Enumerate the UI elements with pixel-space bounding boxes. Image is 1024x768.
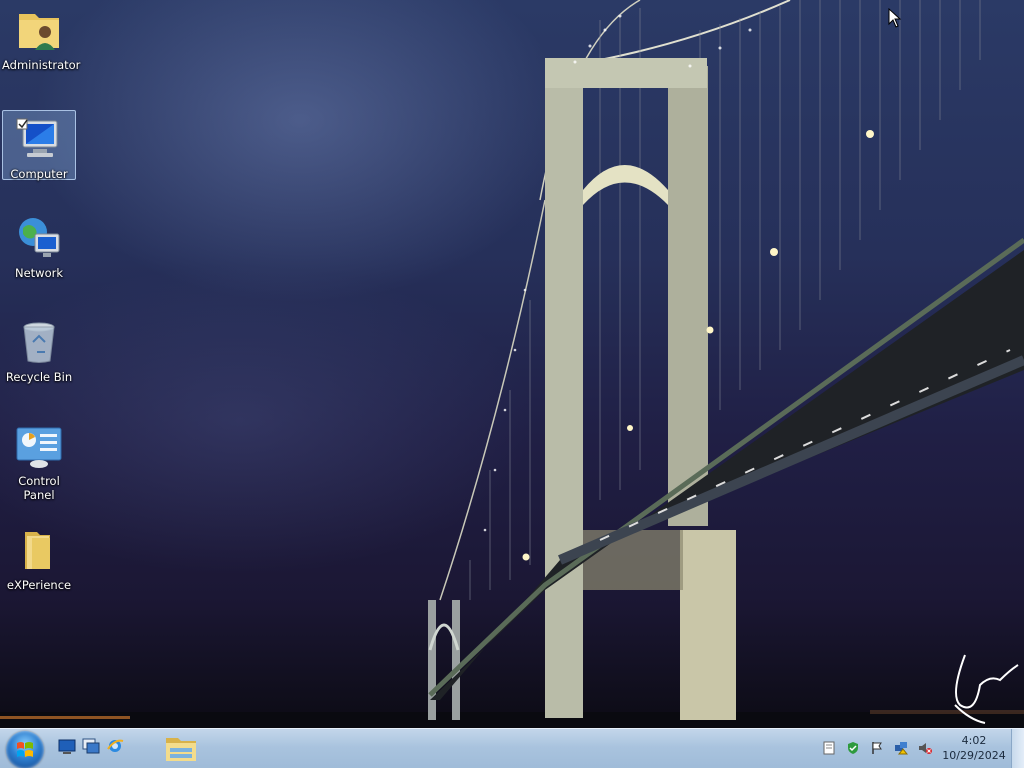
action-center-flag-icon[interactable] [870, 741, 884, 755]
desktop-icon-label: Network [14, 266, 64, 280]
show-desktop-icon[interactable] [58, 737, 76, 755]
volume-muted-icon[interactable] [918, 741, 932, 755]
switch-windows-icon[interactable] [82, 737, 100, 755]
user-folder-icon [19, 14, 59, 50]
network-tray-icon[interactable] [894, 741, 908, 755]
desktop-icon-control-panel[interactable]: Control Panel [2, 418, 76, 514]
desktop-icon-label: Recycle Bin [5, 370, 73, 384]
desktop-icon-label: Control Panel [18, 474, 60, 502]
clock-time: 4:02 [961, 734, 987, 747]
bridge-wallpaper-art [0, 0, 1024, 728]
desktop-icon-network[interactable]: Network [2, 210, 76, 306]
desktop-wallpaper: Administrator Computer Network Recycle B… [0, 0, 1024, 728]
mouse-cursor-icon [888, 8, 902, 28]
show-desktop-button[interactable] [1011, 729, 1024, 768]
internet-explorer-icon[interactable] [106, 737, 124, 755]
notes-icon[interactable] [822, 741, 836, 755]
desktop-icon-label: Computer [10, 167, 68, 181]
windows-explorer-icon[interactable] [158, 730, 204, 767]
clock-date: 10/29/2024 [942, 749, 1006, 762]
network-icon [19, 218, 60, 257]
desktop-icon-administrator[interactable]: Administrator [2, 2, 81, 98]
start-orb-icon[interactable] [6, 731, 44, 768]
desktop-icon-recycle-bin[interactable]: Recycle Bin [2, 314, 76, 410]
artist-signature [954, 654, 1019, 724]
desktop-icon-experience[interactable]: eXPerience [2, 522, 76, 618]
desktop-icon-computer[interactable]: Computer [2, 110, 76, 181]
system-clock[interactable]: 4:02 10/29/2024 [938, 733, 1010, 763]
control-panel-icon [16, 427, 62, 468]
taskbar: 4:02 10/29/2024 [0, 728, 1024, 768]
desktop-icon-label: eXPerience [6, 578, 72, 592]
computer-icon [16, 118, 58, 157]
folder-icon [25, 532, 50, 569]
security-shield-icon[interactable] [846, 741, 860, 755]
desktop-icon-label: Administrator [2, 58, 81, 72]
recycle-bin-icon [23, 322, 55, 363]
